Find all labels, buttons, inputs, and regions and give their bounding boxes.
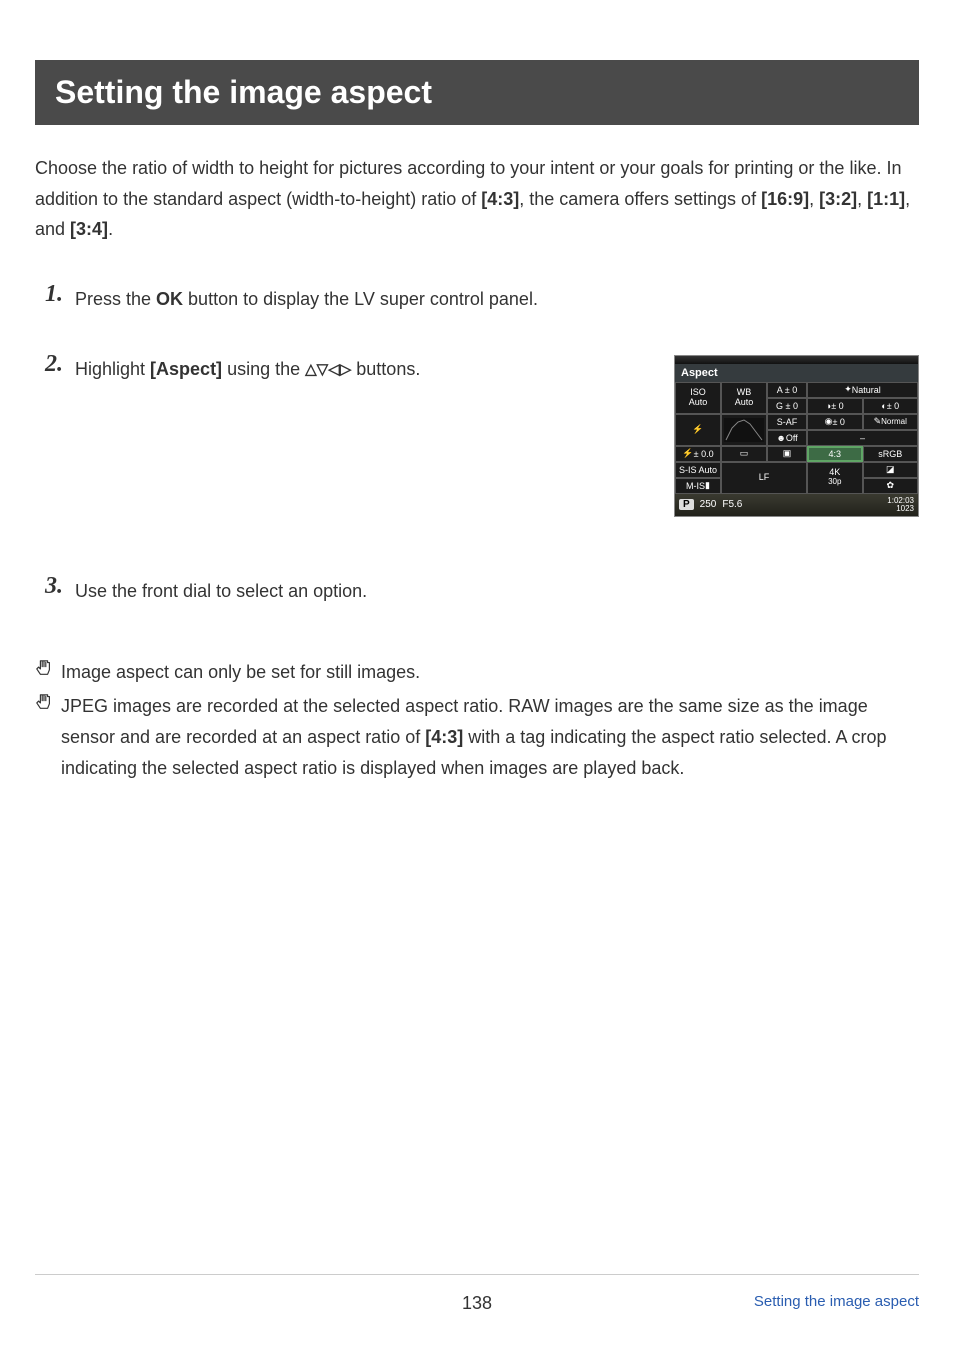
v: ± 0 xyxy=(887,401,899,411)
step-number: 2. xyxy=(45,351,63,378)
normal-cell: ✎Normal xyxy=(863,414,919,430)
v: M-IS xyxy=(686,481,705,491)
intro-r2: [3:2] xyxy=(819,189,857,209)
shots: 1023 xyxy=(896,504,914,513)
histogram-cell xyxy=(721,414,767,446)
lv-super-control-panel: Aspect ISOAuto WBAuto A ± 0 ✦ Natural G … xyxy=(674,355,919,517)
step-body: Press the OK button to display the LV su… xyxy=(75,285,919,314)
intro-r3: [1:1] xyxy=(867,189,905,209)
drive-cell: ▭ xyxy=(721,446,767,462)
c1: , xyxy=(809,189,819,209)
footer-section-title: Setting the image aspect xyxy=(754,1293,919,1310)
a-cell: A ± 0 xyxy=(767,382,807,398)
aspect-cell-highlighted: 4:3 xyxy=(807,446,863,462)
c2: , xyxy=(857,189,867,209)
panel-title: Aspect xyxy=(675,364,918,382)
off-cell: ☻Off xyxy=(767,430,807,446)
steps-list: 1. Press the OK button to display the LV… xyxy=(75,285,919,607)
mode-badge: P xyxy=(679,499,694,510)
intro-end: . xyxy=(108,219,113,239)
page-footer: 138 Setting the image aspect xyxy=(35,1274,919,1314)
natural-label: Natural xyxy=(852,385,881,395)
v: LF xyxy=(759,473,770,483)
step-1: 1. Press the OK button to display the LV… xyxy=(75,285,919,315)
intro-mid: , the camera offers settings of xyxy=(519,189,761,209)
note-ratio: [4:3] xyxy=(425,727,463,747)
flash-comp-cell: ⚡± 0.0 xyxy=(675,446,721,462)
sis-cell: S-IS Auto xyxy=(675,462,721,478)
panel-grid: ISOAuto WBAuto A ± 0 ✦ Natural G ± 0 ◑± … xyxy=(675,382,918,494)
keystone-cell: ◪ xyxy=(863,462,919,478)
step-3: 3. Use the front dial to select an optio… xyxy=(75,577,919,607)
page-number: 138 xyxy=(462,1293,492,1314)
note-text: Image aspect can only be set for still i… xyxy=(61,662,420,682)
v: ± 0 xyxy=(831,401,843,411)
step-number: 1. xyxy=(45,281,63,308)
dpad-icon: △▽◁▷ xyxy=(305,358,351,382)
step-body: Use the front dial to select an option. xyxy=(75,577,919,606)
note-item: Image aspect can only be set for still i… xyxy=(35,657,919,688)
fnumber-value: F5.6 xyxy=(722,499,742,510)
srgb-cell: sRGB xyxy=(863,446,919,462)
wb-val: Auto xyxy=(735,398,754,408)
histogram-icon xyxy=(724,418,764,442)
sc-cell: ◉± 0 xyxy=(807,414,863,430)
v: Off xyxy=(786,433,798,443)
wb-cell: WBAuto xyxy=(721,382,767,414)
iso-val: Auto xyxy=(689,398,708,408)
natural-cell: ✦ Natural xyxy=(807,382,918,398)
v: 30p xyxy=(828,478,841,487)
v: Normal xyxy=(881,417,907,426)
intro-ratio-std: [4:3] xyxy=(481,189,519,209)
intro-r1: [16:9] xyxy=(761,189,809,209)
iso-cell: ISOAuto xyxy=(675,382,721,414)
meter-cell: ▣ xyxy=(767,446,807,462)
note-item: JPEG images are recorded at the selected… xyxy=(35,691,919,783)
t: using the xyxy=(222,359,305,379)
t: Highlight xyxy=(75,359,150,379)
v: ± 0.0 xyxy=(694,449,714,459)
hand-note-icon xyxy=(35,659,53,677)
notes-section: Image aspect can only be set for still i… xyxy=(35,657,919,783)
panel-status-bar: P 250 F5.6 1:02:031023 xyxy=(675,494,918,516)
shutter-value: 250 xyxy=(700,499,717,510)
aspect-label: [Aspect] xyxy=(150,359,222,379)
mis-cell: M-IS ▮ xyxy=(675,478,721,494)
v: ± 0 xyxy=(832,417,844,427)
t: Press the xyxy=(75,289,156,309)
d-cell: ◐± 0 xyxy=(863,398,919,414)
t: button to display the LV super control p… xyxy=(183,289,538,309)
page-title-bar: Setting the image aspect xyxy=(35,60,919,125)
step-number: 3. xyxy=(45,573,63,600)
counter: 1:02:031023 xyxy=(887,497,914,513)
t: buttons. xyxy=(351,359,420,379)
gear-cell: ✿ xyxy=(863,478,919,494)
saf-cell: S-AF xyxy=(767,414,807,430)
step-2: 2. Highlight [Aspect] using the △▽◁▷ but… xyxy=(75,355,919,517)
hand-note-icon xyxy=(35,693,53,711)
s-cell: ◑± 0 xyxy=(807,398,863,414)
flash-cell: ⚡ xyxy=(675,414,721,446)
intro-paragraph: Choose the ratio of width to height for … xyxy=(35,153,919,245)
dash-cell: – xyxy=(807,430,918,446)
lf-cell: LF xyxy=(721,462,807,494)
page-title: Setting the image aspect xyxy=(55,74,432,110)
step-body: Highlight [Aspect] using the △▽◁▷ button… xyxy=(75,355,654,384)
g-cell: G ± 0 xyxy=(767,398,807,414)
intro-r4: [3:4] xyxy=(70,219,108,239)
rec-cell: 4K30p xyxy=(807,462,863,494)
ok-label: OK xyxy=(156,289,183,309)
